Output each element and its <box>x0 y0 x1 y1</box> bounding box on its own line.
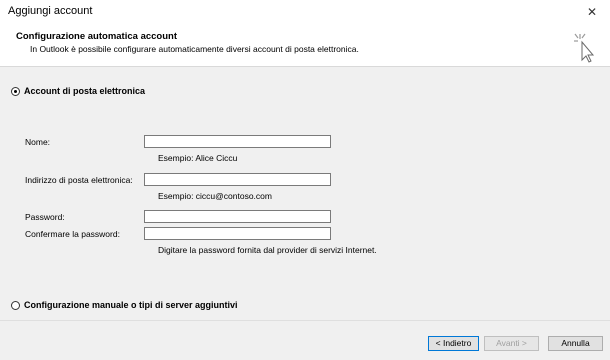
email-hint: Esempio: ciccu@contoso.com <box>158 191 272 201</box>
header-subtitle: In Outlook è possibile configurare autom… <box>30 44 359 54</box>
confirm-password-input[interactable] <box>144 227 331 240</box>
manual-config-radio[interactable] <box>11 300 20 310</box>
email-account-option[interactable]: Account di posta elettronica <box>11 86 145 96</box>
window-title: Aggiungi account <box>8 5 93 17</box>
email-input[interactable] <box>144 173 331 186</box>
name-label: Nome: <box>25 137 51 147</box>
title-bar: Aggiungi account ✕ <box>0 0 610 24</box>
next-button[interactable]: Avanti > <box>484 336 539 351</box>
wizard-header: Configurazione automatica account In Out… <box>0 24 610 67</box>
password-input[interactable] <box>144 210 331 223</box>
name-hint: Esempio: Alice Ciccu <box>158 153 238 163</box>
password-hint: Digitare la password fornita dal provide… <box>158 245 377 255</box>
manual-config-option[interactable]: Configurazione manuale o tipi di server … <box>11 300 238 310</box>
manual-config-label: Configurazione manuale o tipi di server … <box>24 300 238 310</box>
name-input[interactable] <box>144 135 331 148</box>
wizard-footer: < Indietro Avanti > Annulla <box>0 320 610 360</box>
close-button[interactable]: ✕ <box>582 2 602 22</box>
password-label: Password: <box>25 212 65 222</box>
email-label: Indirizzo di posta elettronica: <box>25 175 133 185</box>
email-account-radio[interactable] <box>11 86 20 96</box>
wizard-content: Account di posta elettronica Nome: Esemp… <box>0 67 610 320</box>
header-title: Configurazione automatica account <box>16 31 177 42</box>
cancel-button[interactable]: Annulla <box>548 336 603 351</box>
email-account-label: Account di posta elettronica <box>24 86 146 96</box>
confirm-password-label: Confermare la password: <box>25 229 120 239</box>
back-button[interactable]: < Indietro <box>428 336 479 351</box>
wizard-cursor-icon <box>574 33 595 63</box>
